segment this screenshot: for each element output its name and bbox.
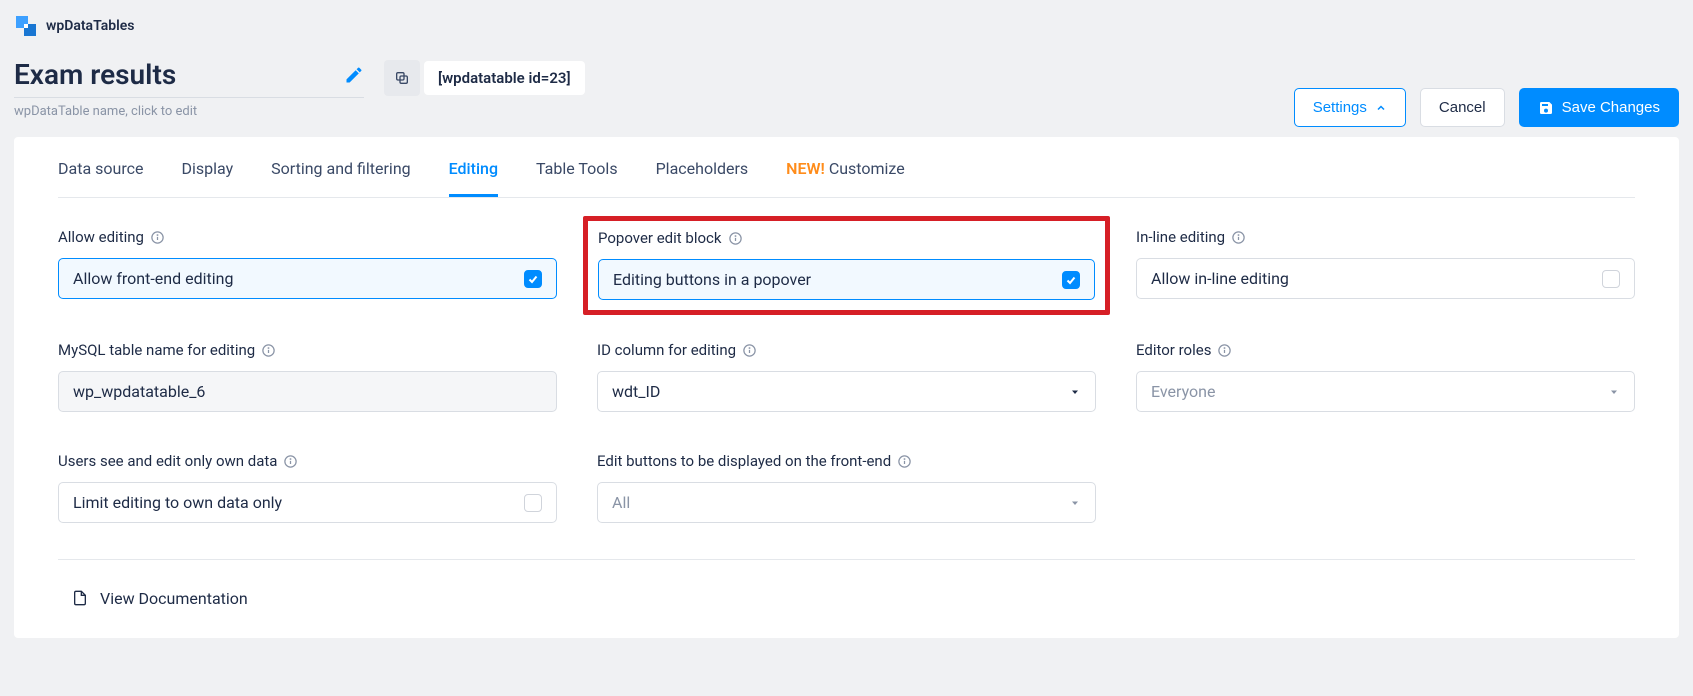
field-popover-edit: Popover edit block Editing buttons in a …: [597, 228, 1096, 301]
tab-placeholders[interactable]: Placeholders: [656, 159, 749, 197]
info-icon[interactable]: [283, 454, 298, 469]
field-own-data: Users see and edit only own data Limit e…: [58, 452, 557, 523]
info-icon[interactable]: [261, 343, 276, 358]
info-icon[interactable]: [1217, 343, 1232, 358]
checkbox-checked-icon: [1062, 271, 1080, 289]
copy-icon: [394, 70, 410, 86]
mysql-table-input[interactable]: wp_wpdatatable_6: [58, 371, 557, 412]
field-id-column: ID column for editing wdt_ID: [597, 341, 1096, 412]
caret-down-icon: [1608, 386, 1620, 398]
field-editor-roles: Editor roles Everyone: [1136, 341, 1635, 412]
field-mysql-table: MySQL table name for editing wp_wpdatata…: [58, 341, 557, 412]
caret-down-icon: [1069, 386, 1081, 398]
chevron-up-icon: [1375, 102, 1387, 114]
field-inline-editing: In-line editing Allow in-line editing: [1136, 228, 1635, 301]
tab-display[interactable]: Display: [181, 159, 233, 197]
info-icon[interactable]: [742, 343, 757, 358]
copy-shortcode-button[interactable]: [384, 60, 420, 96]
editor-roles-select[interactable]: Everyone: [1136, 371, 1635, 412]
own-data-toggle[interactable]: Limit editing to own data only: [58, 482, 557, 523]
popover-edit-toggle[interactable]: Editing buttons in a popover: [598, 259, 1095, 300]
edit-buttons-select[interactable]: All: [597, 482, 1096, 523]
checkbox-checked-icon: [524, 270, 542, 288]
table-title-input[interactable]: Exam results: [14, 58, 364, 98]
caret-down-icon: [1069, 497, 1081, 509]
title-hint: wpDataTable name, click to edit: [14, 104, 585, 119]
info-icon[interactable]: [1231, 230, 1246, 245]
field-edit-buttons: Edit buttons to be displayed on the fron…: [597, 452, 1096, 523]
id-column-select[interactable]: wdt_ID: [597, 371, 1096, 412]
document-icon: [72, 588, 88, 608]
field-allow-editing: Allow editing Allow front-end editing: [58, 228, 557, 301]
pencil-icon: [344, 65, 364, 85]
brand: wpDataTables: [14, 14, 1679, 38]
tab-table-tools[interactable]: Table Tools: [536, 159, 618, 197]
settings-button[interactable]: Settings: [1294, 88, 1406, 127]
info-icon[interactable]: [897, 454, 912, 469]
info-icon[interactable]: [150, 230, 165, 245]
tab-customize[interactable]: NEW!Customize: [786, 159, 905, 197]
tab-data-source[interactable]: Data source: [58, 159, 143, 197]
view-docs-link[interactable]: View Documentation: [58, 588, 1635, 608]
highlight-box: Popover edit block Editing buttons in a …: [583, 216, 1110, 315]
brand-logo-icon: [14, 14, 38, 38]
allow-editing-toggle[interactable]: Allow front-end editing: [58, 258, 557, 299]
tabs: Data source Display Sorting and filterin…: [58, 137, 1635, 198]
brand-name: wpDataTables: [46, 18, 134, 34]
inline-editing-toggle[interactable]: Allow in-line editing: [1136, 258, 1635, 299]
settings-panel: Data source Display Sorting and filterin…: [14, 137, 1679, 638]
tab-editing[interactable]: Editing: [449, 159, 498, 197]
page-title: Exam results: [14, 58, 176, 91]
shortcode-display: [wpdatatable id=23]: [424, 61, 585, 95]
checkbox-unchecked-icon: [1602, 270, 1620, 288]
save-button[interactable]: Save Changes: [1519, 88, 1679, 127]
checkbox-unchecked-icon: [524, 494, 542, 512]
tab-sorting[interactable]: Sorting and filtering: [271, 159, 411, 197]
info-icon[interactable]: [728, 231, 743, 246]
save-icon: [1538, 100, 1554, 116]
cancel-button[interactable]: Cancel: [1420, 88, 1505, 127]
